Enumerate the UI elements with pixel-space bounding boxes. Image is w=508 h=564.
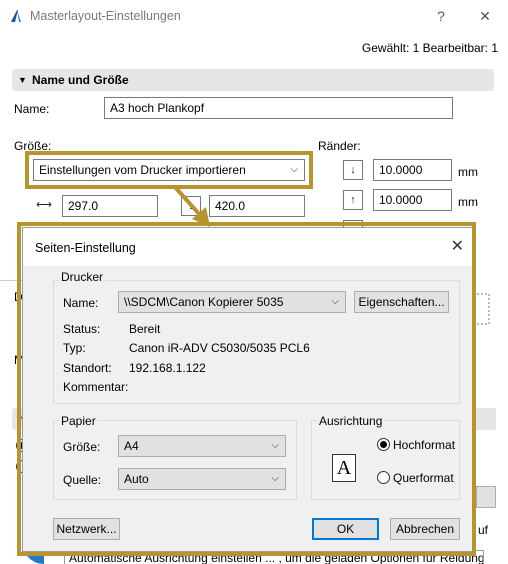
highlight-frame-size-select	[25, 151, 313, 189]
master-layout-settings-window: Masterlayout-Einstellungen ? ✕ Gewählt: …	[0, 0, 508, 564]
section-bar-end	[476, 408, 496, 430]
window-title: Masterlayout-Einstellungen	[30, 9, 181, 23]
unit-label: mm	[458, 165, 478, 179]
name-input[interactable]: A3 hoch Plankopf	[104, 97, 453, 119]
unit-label: mm	[458, 195, 478, 209]
margin-top-icon: ↓	[343, 160, 363, 180]
auto-label: uf	[478, 523, 489, 537]
margins-label: Ränder:	[318, 139, 361, 153]
archicad-app-icon	[11, 10, 21, 22]
partial-button[interactable]	[476, 486, 496, 508]
help-button[interactable]: ?	[430, 5, 452, 27]
section-title: Name und Größe	[32, 73, 129, 87]
title-bar: Masterlayout-Einstellungen ? ✕	[0, 0, 508, 32]
width-input[interactable]: 297.0	[62, 195, 158, 217]
margin-top-input[interactable]: 10.0000	[373, 159, 452, 181]
margin-bottom-input[interactable]: 10.0000	[373, 189, 452, 211]
collapse-triangle-icon: ▼	[18, 75, 27, 85]
height-input[interactable]: 420.0	[209, 195, 305, 217]
selection-info: Gewählt: 1 Bearbeitbar: 1	[361, 41, 498, 55]
print-area-icon	[476, 292, 490, 326]
callout-arrow-icon	[173, 185, 210, 227]
margin-bottom-icon: ↑	[343, 190, 363, 210]
close-button[interactable]: ✕	[474, 5, 496, 27]
highlight-frame-dialog	[17, 222, 476, 556]
name-label: Name:	[14, 102, 50, 116]
width-icon: ⟷	[34, 196, 54, 216]
section-name-and-size[interactable]: ▼ Name und Größe	[12, 69, 494, 91]
